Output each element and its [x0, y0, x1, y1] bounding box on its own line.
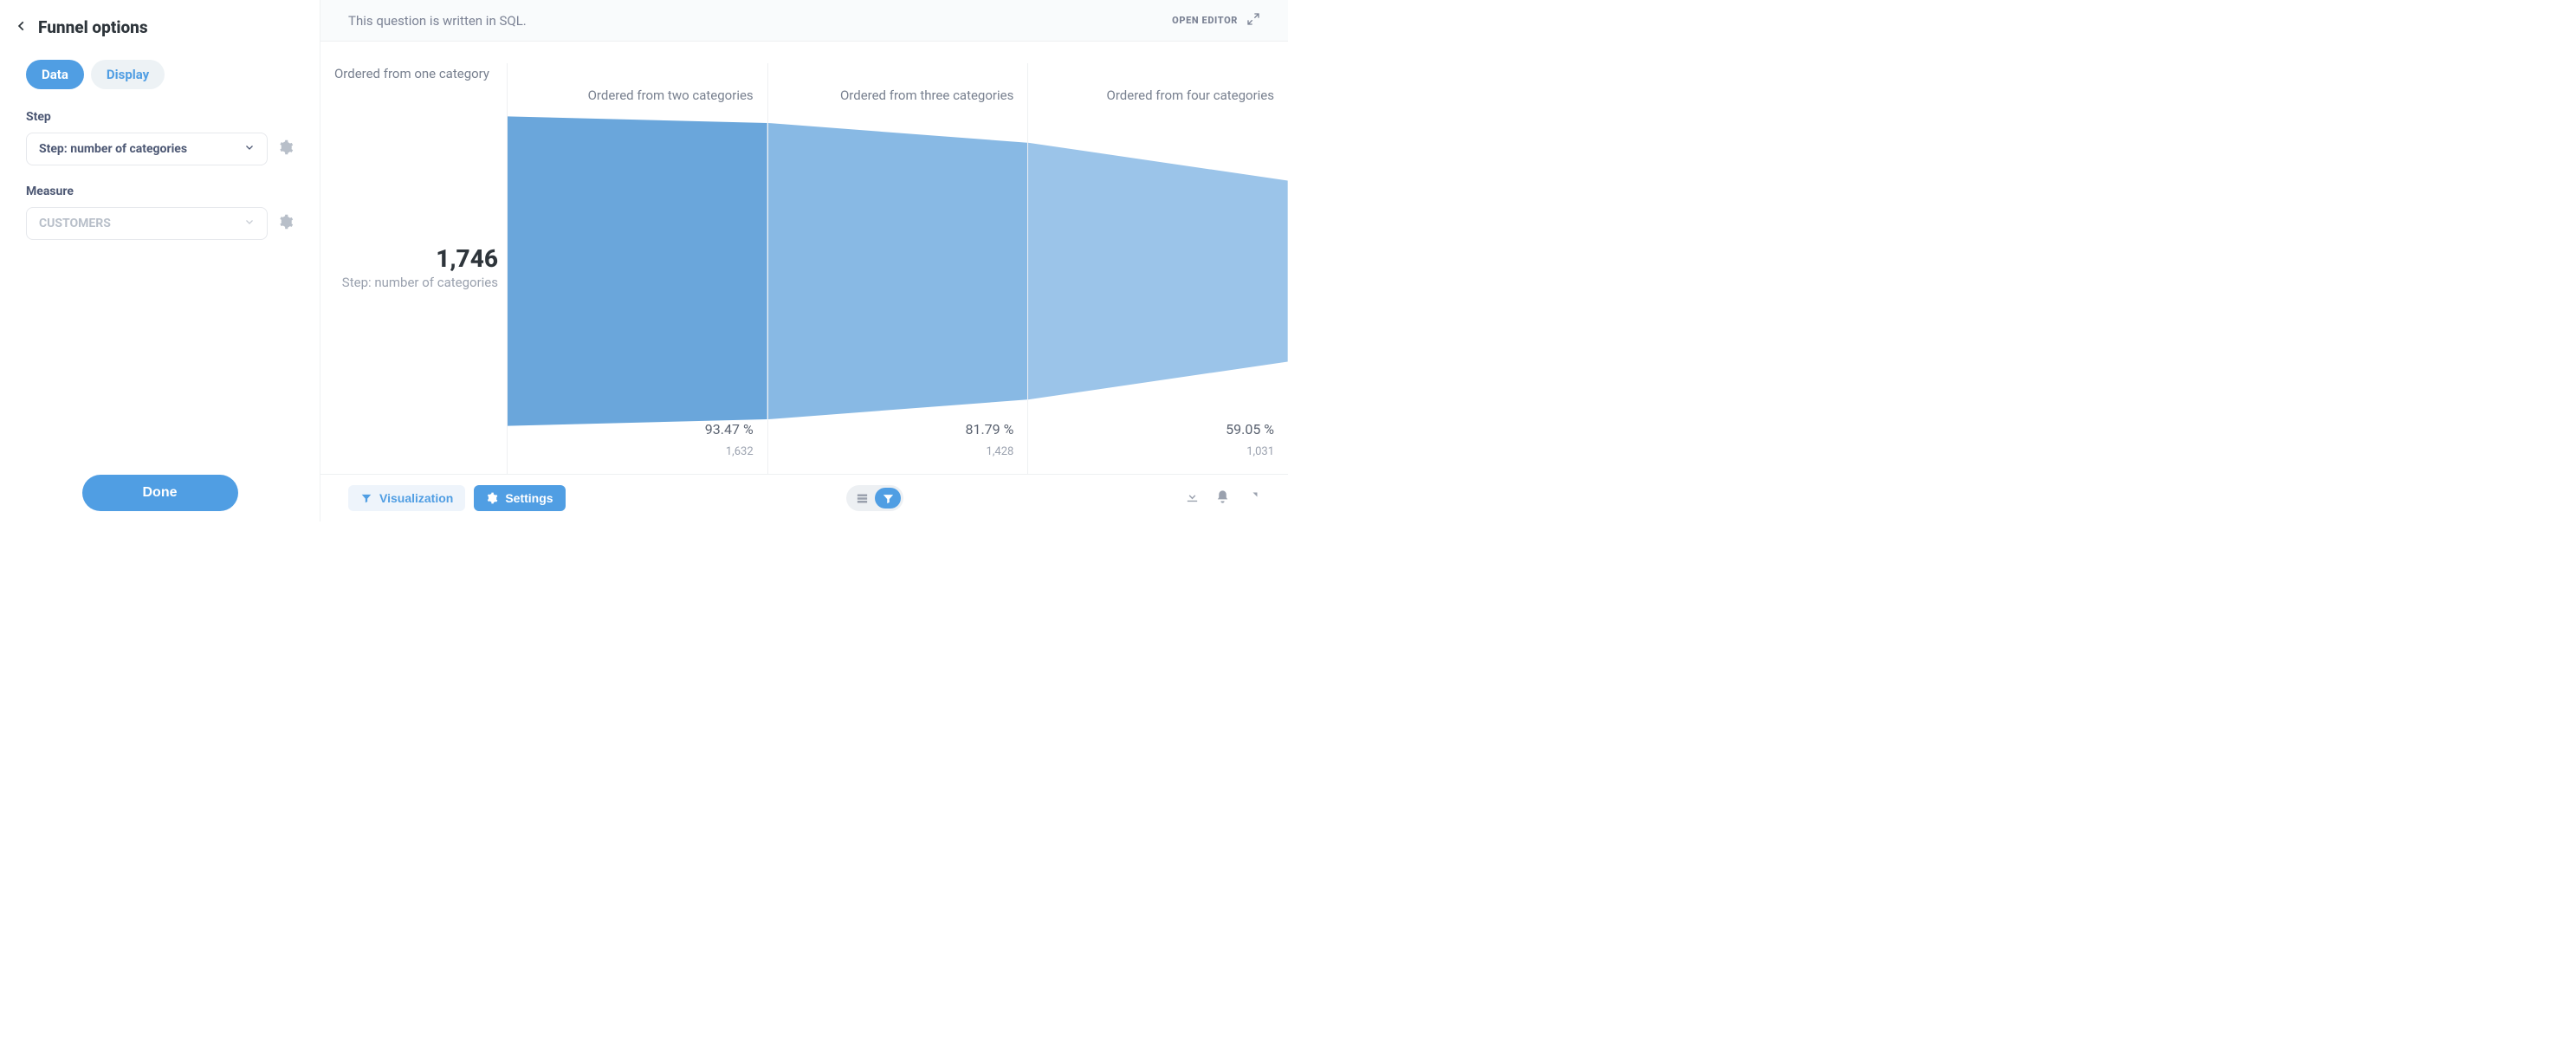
- funnel-segment-count: 1,031: [1246, 445, 1274, 458]
- editor-bar: This question is written in SQL. OPEN ED…: [320, 0, 1288, 42]
- open-editor-label: OPEN EDITOR: [1172, 15, 1238, 26]
- back-icon[interactable]: [16, 19, 28, 36]
- chart-view-toggle[interactable]: [875, 488, 901, 509]
- step-row: Step: number of categories: [26, 133, 294, 165]
- funnel-segment-label: Ordered from two categories: [588, 87, 754, 103]
- chevron-down-icon: [244, 217, 255, 230]
- settings-label: Settings: [505, 491, 553, 505]
- funnel-segment: Ordered from two categories 93.47 % 1,632: [507, 63, 767, 474]
- settings-sidebar: Funnel options Data Display Step Step: n…: [0, 0, 320, 522]
- funnel-segment-percent: 93.47 %: [705, 421, 754, 437]
- visualization-label: Visualization: [379, 491, 453, 505]
- share-icon[interactable]: [1246, 489, 1260, 508]
- done-row: Done: [0, 475, 320, 511]
- expand-icon: [1246, 12, 1260, 29]
- funnel-segment-label: Ordered from three categories: [840, 87, 1013, 103]
- funnel-first-value: 1,746: [436, 246, 498, 273]
- funnel-segment: Ordered from four categories 59.05 % 1,031: [1027, 63, 1288, 474]
- sidebar-title: Funnel options: [38, 17, 148, 37]
- download-icon[interactable]: [1185, 489, 1200, 508]
- done-button[interactable]: Done: [82, 475, 238, 511]
- step-select-value: Step: number of categories: [39, 142, 187, 156]
- tab-display[interactable]: Display: [91, 60, 165, 89]
- sidebar-tabs: Data Display: [26, 60, 294, 89]
- view-toggle: [846, 485, 903, 511]
- funnel-segment-percent: 81.79 %: [965, 421, 1013, 437]
- funnel-segment-label: Ordered from four categories: [1107, 87, 1274, 103]
- chevron-down-icon: [244, 142, 255, 156]
- measure-select[interactable]: CUSTOMERS: [26, 207, 268, 240]
- measure-select-value: CUSTOMERS: [39, 217, 111, 230]
- main-panel: This question is written in SQL. OPEN ED…: [320, 0, 1288, 522]
- funnel-first-label: Ordered from one category: [329, 66, 498, 81]
- measure-gear-icon[interactable]: [278, 214, 294, 233]
- visualization-button[interactable]: Visualization: [348, 485, 465, 511]
- step-label: Step: [26, 110, 294, 124]
- funnel-segment: Ordered from three categories 81.79 % 1,42…: [767, 63, 1028, 474]
- measure-row: CUSTOMERS: [26, 207, 294, 240]
- settings-button[interactable]: Settings: [474, 485, 565, 511]
- funnel-segment-percent: 59.05 %: [1226, 421, 1274, 437]
- tab-data[interactable]: Data: [26, 60, 84, 89]
- step-gear-icon[interactable]: [278, 139, 294, 159]
- step-select[interactable]: Step: number of categories: [26, 133, 268, 165]
- editor-notice: This question is written in SQL.: [348, 13, 527, 29]
- table-view-toggle[interactable]: [849, 488, 875, 509]
- funnel-chart: Ordered from one category 1,746 Step: nu…: [320, 42, 1288, 474]
- sidebar-header: Funnel options: [16, 17, 294, 37]
- measure-label: Measure: [26, 185, 294, 198]
- funnel-segment-count: 1,632: [726, 445, 754, 458]
- funnel-first-step: Ordered from one category 1,746 Step: nu…: [338, 63, 507, 474]
- open-editor-button[interactable]: OPEN EDITOR: [1172, 12, 1260, 29]
- footer-bar: Visualization Settings: [320, 474, 1288, 522]
- bell-icon[interactable]: [1215, 489, 1230, 508]
- funnel-first-sub: Step: number of categories: [342, 275, 498, 292]
- funnel-segment-count: 1,428: [987, 445, 1014, 458]
